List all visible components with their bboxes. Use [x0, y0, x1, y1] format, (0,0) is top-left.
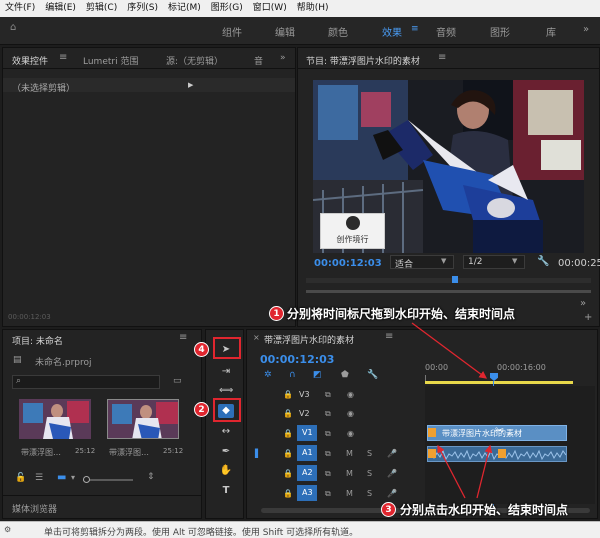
annotation-arrow-3a [437, 444, 466, 499]
annotation-badge-4: 4 [194, 342, 209, 357]
annotation-box-selection-tool [213, 337, 241, 359]
annotation-text-3: 分别点击水印开始、结束时间点 [400, 503, 569, 517]
annotation-badge-3: 3 [381, 502, 396, 517]
annotation-arrow-1 [411, 322, 488, 379]
annotation-arrow-3b [476, 444, 493, 499]
annotation-badge-2: 2 [194, 402, 209, 417]
annotation-arrows [411, 322, 493, 499]
annotation-box-razor-tool [213, 398, 241, 422]
